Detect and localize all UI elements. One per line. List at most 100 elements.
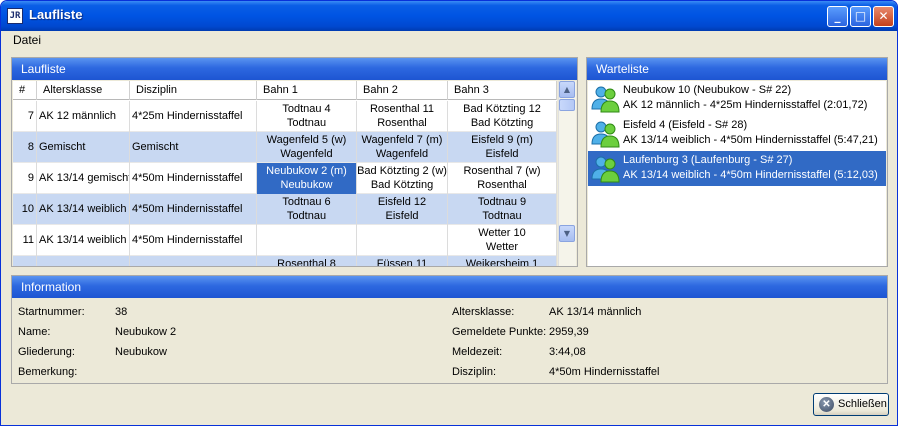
- information-panel: Information Startnummer: 38 Name: Neubuk…: [11, 275, 888, 384]
- cell-bahn3[interactable]: Weikersheim 1: [448, 256, 557, 266]
- cell-disziplin: 4*50m Hindernisstaffel: [130, 225, 257, 256]
- label-name: Name:: [18, 326, 51, 338]
- wait-item-detail: AK 12 männlich - 4*25m Hindernisstaffel …: [623, 99, 868, 111]
- cell-bahn1[interactable]: Wagenfeld 5 (w) Wagenfeld: [257, 132, 357, 163]
- cell-bahn3[interactable]: Todtnau 9 Todtnau: [448, 194, 557, 225]
- cell-altersklasse: Gemischt: [37, 132, 130, 163]
- lane-team: Wetter 10: [478, 227, 526, 239]
- table-row[interactable]: 11 AK 13/14 weiblich 4*50m Hindernisstaf…: [13, 225, 557, 256]
- lane-team: Todtnau 6: [282, 196, 331, 208]
- minimize-button[interactable]: _: [827, 6, 848, 27]
- lane-team: Neubukow 2 (m): [266, 165, 347, 177]
- menu-datei[interactable]: Datei: [13, 33, 41, 47]
- cell-disziplin: [130, 256, 257, 266]
- lane-team: Rosenthal 8: [277, 258, 336, 266]
- lane-club: Wetter: [485, 241, 519, 253]
- cell-bahn3[interactable]: Rosenthal 7 (w) Rosenthal: [448, 163, 557, 194]
- table-row[interactable]: 8 Gemischt Gemischt Wagenfeld 5 (w) Wagen…: [13, 132, 557, 163]
- window-close-button[interactable]: ✕: [873, 6, 894, 27]
- lane-club: Rosenthal: [477, 179, 527, 191]
- lane-club: Eisfeld: [485, 148, 519, 160]
- team-icon: [591, 86, 620, 113]
- table-row[interactable]: 9 AK 13/14 gemischt 4*50m Hindernisstaff…: [13, 163, 557, 194]
- wait-item-title: Laufenburg 3 (Laufenburg - S# 27): [623, 154, 793, 166]
- value-disziplin: 4*50m Hindernisstaffel: [549, 366, 660, 378]
- col-header-bahn1[interactable]: Bahn 1: [257, 81, 357, 100]
- lane-club: Bad Kötzting: [470, 117, 534, 129]
- col-header-disziplin[interactable]: Disziplin: [130, 81, 257, 100]
- cell-bahn1[interactable]: Rosenthal 8: [257, 256, 357, 266]
- cell-bahn2[interactable]: Füssen 11: [357, 256, 448, 266]
- menu-bar: Datei: [1, 31, 897, 49]
- cell-bahn1[interactable]: [257, 225, 357, 256]
- label-gemeldete-punkte: Gemeldete Punkte:: [452, 326, 547, 338]
- value-meldezeit: 3:44,08: [549, 346, 586, 358]
- label-bemerkung: Bemerkung:: [18, 366, 78, 378]
- maximize-button[interactable]: □: [850, 6, 871, 27]
- col-header-bahn3[interactable]: Bahn 3: [448, 81, 557, 100]
- col-header-altersklasse[interactable]: Altersklasse: [37, 81, 130, 100]
- laufliste-header: Laufliste: [12, 58, 577, 80]
- warteliste-header: Warteliste: [587, 58, 887, 80]
- wait-item-detail: AK 13/14 weiblich - 4*50m Hindernisstaff…: [623, 169, 878, 181]
- cell-altersklasse: [37, 256, 130, 266]
- scroll-up-button[interactable]: ▲: [559, 81, 575, 98]
- cell-altersklasse: AK 13/14 weiblich: [37, 194, 130, 225]
- label-altersklasse: Altersklasse:: [452, 306, 515, 318]
- app-icon: JR: [7, 8, 23, 24]
- cell-disziplin: 4*50m Hindernisstaffel: [130, 194, 257, 225]
- table-row[interactable]: 7 AK 12 männlich 4*25m Hindernisstaffel …: [13, 101, 557, 132]
- label-disziplin: Disziplin:: [452, 366, 497, 378]
- table-row[interactable]: 10 AK 13/14 weiblich 4*50m Hindernisstaf…: [13, 194, 557, 225]
- lane-team: Rosenthal 7 (w): [463, 165, 541, 177]
- label-startnummer: Startnummer:: [18, 306, 85, 318]
- lane-club: Todtnau: [286, 117, 327, 129]
- cell-disziplin: Gemischt: [130, 132, 257, 163]
- cell-bahn1[interactable]: Todtnau 6 Todtnau: [257, 194, 357, 225]
- cell-num: 7: [13, 101, 37, 132]
- cell-num: 10: [13, 194, 37, 225]
- lane-team: Füssen 11: [376, 258, 428, 266]
- cell-bahn3[interactable]: Wetter 10 Wetter: [448, 225, 557, 256]
- col-header-bahn2[interactable]: Bahn 2: [357, 81, 448, 100]
- cell-bahn2[interactable]: Bad Kötzting 2 (w) Bad Kötzting: [357, 163, 448, 194]
- cell-bahn2[interactable]: [357, 225, 448, 256]
- cell-bahn2[interactable]: Eisfeld 12 Eisfeld: [357, 194, 448, 225]
- list-item[interactable]: Neubukow 10 (Neubukow - S# 22) AK 12 män…: [588, 81, 886, 116]
- warteliste-list[interactable]: Neubukow 10 (Neubukow - S# 22) AK 12 män…: [588, 81, 886, 266]
- cell-bahn1[interactable]: Todtnau 4 Todtnau: [257, 101, 357, 132]
- cell-bahn3[interactable]: Eisfeld 9 (m) Eisfeld: [448, 132, 557, 163]
- lane-club: Rosenthal: [377, 117, 427, 129]
- scroll-down-button[interactable]: ▼: [559, 225, 575, 242]
- lane-team: Wagenfeld 7 (m): [361, 134, 443, 146]
- close-icon: ✕: [819, 397, 834, 412]
- lane-club: Wagenfeld: [280, 148, 333, 160]
- cell-num: [13, 256, 37, 266]
- lane-club: Eisfeld: [385, 210, 419, 222]
- lane-team: Eisfeld 12: [377, 196, 427, 208]
- cell-bahn1-selected[interactable]: Neubukow 2 (m) Neubukow: [257, 163, 357, 194]
- lane-club: Neubukow: [280, 179, 333, 191]
- schliessen-label: Schließen: [838, 398, 887, 410]
- schliessen-button[interactable]: ✕ Schließen: [813, 393, 889, 416]
- value-name: Neubukow 2: [115, 326, 177, 338]
- col-header-num[interactable]: #: [13, 81, 37, 100]
- laufliste-grid[interactable]: # Altersklasse Disziplin Bahn 1 Bahn 2 B…: [13, 81, 557, 266]
- cell-bahn2[interactable]: Rosenthal 11 Rosenthal: [357, 101, 448, 132]
- cell-bahn2[interactable]: Wagenfeld 7 (m) Wagenfeld: [357, 132, 448, 163]
- cell-altersklasse: AK 12 männlich: [37, 101, 130, 132]
- table-row[interactable]: Rosenthal 8 Füssen 11 Weikersheim 1: [13, 256, 557, 266]
- list-item-selected[interactable]: Laufenburg 3 (Laufenburg - S# 27) AK 13/…: [588, 151, 886, 186]
- lane-club: Todtnau: [286, 210, 327, 222]
- team-icon: [591, 156, 620, 183]
- window-title: Laufliste: [29, 7, 83, 22]
- lane-club: Todtnau: [482, 210, 522, 222]
- lane-team: Bad Kötzting 12: [463, 103, 541, 115]
- list-item[interactable]: Eisfeld 4 (Eisfeld - S# 28) AK 13/14 wei…: [588, 116, 886, 151]
- grid-header-row: # Altersklasse Disziplin Bahn 1 Bahn 2 B…: [13, 81, 557, 100]
- cell-bahn3[interactable]: Bad Kötzting 12 Bad Kötzting: [448, 101, 557, 132]
- title-bar[interactable]: JR Laufliste _ □ ✕: [1, 1, 897, 31]
- scroll-thumb[interactable]: [559, 99, 575, 111]
- value-altersklasse: AK 13/14 männlich: [549, 306, 642, 318]
- information-title: Information: [21, 280, 82, 294]
